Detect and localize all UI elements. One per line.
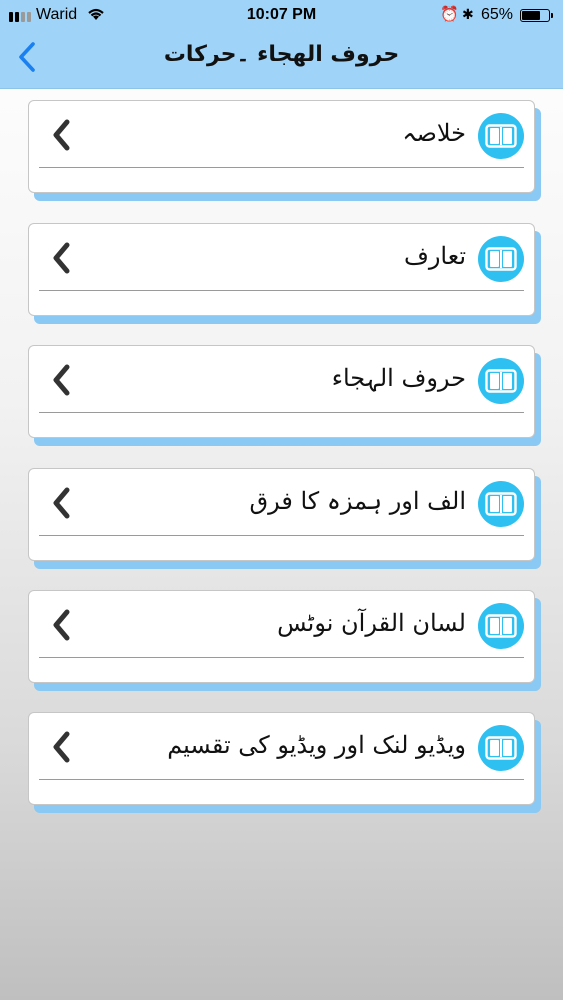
list-item[interactable]: لسان القرآن نوٹس (28, 590, 541, 691)
divider (39, 535, 524, 536)
book-icon (478, 481, 524, 527)
book-icon (478, 113, 524, 159)
divider (39, 290, 524, 291)
menu-item-label: الف اور ہمزہ کا فرق (249, 487, 466, 515)
divider (39, 779, 524, 780)
battery-percent: 65% (481, 6, 514, 23)
menu-card[interactable]: ویڈیو لنک اور ویڈیو کی تقسیم (28, 712, 535, 805)
battery-tip (551, 13, 553, 18)
app-header: Warid 10:07 PM ⏰ ✱ 65% حروف الهجاء ۔حرکا… (0, 0, 563, 89)
book-icon (478, 236, 524, 282)
menu-item-label: ویڈیو لنک اور ویڈیو کی تقسیم (167, 731, 466, 759)
divider (39, 657, 524, 658)
menu-item-label: تعارف (403, 242, 466, 270)
battery-icon (520, 9, 550, 22)
divider (39, 167, 524, 168)
alarm-icon: ⏰ (440, 6, 459, 23)
menu-card[interactable]: الف اور ہمزہ کا فرق (28, 468, 535, 561)
list-item[interactable]: حروف الہجاء (28, 345, 541, 446)
list-item[interactable]: الف اور ہمزہ کا فرق (28, 468, 541, 569)
list-item[interactable]: تعارف (28, 223, 541, 324)
menu-item-label: حروف الہجاء (331, 364, 466, 392)
chevron-left-icon (53, 364, 70, 396)
bluetooth-icon: ✱ (462, 6, 474, 22)
chevron-left-icon (53, 609, 70, 641)
menu-card[interactable]: لسان القرآن نوٹس (28, 590, 535, 683)
status-time: 10:07 PM (246, 6, 317, 23)
list-item[interactable]: ویڈیو لنک اور ویڈیو کی تقسیم (28, 712, 541, 813)
chevron-left-icon (53, 242, 70, 274)
status-bar: Warid 10:07 PM ⏰ ✱ 65% (0, 0, 563, 32)
divider (39, 412, 524, 413)
book-icon (478, 725, 524, 771)
page-title: حروف الهجاء ۔حرکات (163, 42, 400, 67)
book-icon (478, 358, 524, 404)
menu-item-label: خلاصہ (402, 119, 466, 147)
menu-item-label: لسان القرآن نوٹس (277, 609, 466, 637)
book-icon (478, 603, 524, 649)
menu-card[interactable]: حروف الہجاء (28, 345, 535, 438)
menu-card[interactable]: خلاصہ (28, 100, 535, 193)
chevron-left-icon (53, 487, 70, 519)
chevron-left-icon (53, 731, 70, 763)
chevron-left-icon (53, 119, 70, 151)
menu-card[interactable]: تعارف (28, 223, 535, 316)
list-item[interactable]: خلاصہ (28, 100, 541, 201)
